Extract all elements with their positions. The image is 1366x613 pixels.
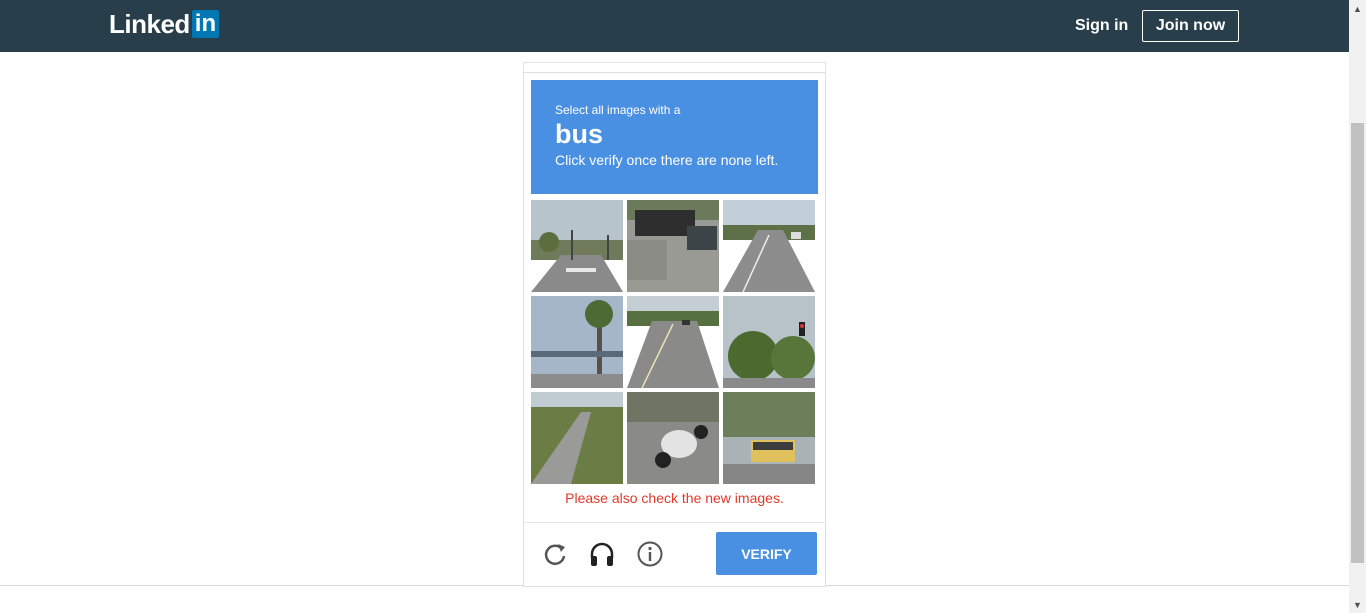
headphones-icon[interactable] [588, 540, 616, 568]
logo-text: Linked [109, 9, 190, 39]
scrollbar-thumb[interactable] [1351, 123, 1364, 563]
captcha-footer-divider [524, 522, 825, 523]
linkedin-logo[interactable]: Linked in [109, 9, 220, 39]
prompt-target-word: bus [555, 119, 604, 149]
captcha-tile-truck-and-car[interactable] [627, 200, 719, 292]
logo-in-box: in [191, 10, 220, 38]
reload-icon[interactable] [541, 540, 569, 568]
verify-button[interactable]: VERIFY [716, 532, 817, 575]
captcha-prompt: Select all images with a bus Click verif… [531, 80, 818, 194]
captcha-tile-motorcycle[interactable] [627, 392, 719, 484]
captcha-tile-highway-traffic[interactable] [627, 296, 719, 388]
captcha-tile-grass-median-road[interactable] [531, 392, 623, 484]
captcha-tile-street-intersection[interactable] [531, 200, 623, 292]
top-navbar: Linked in Sign in Join now [0, 0, 1349, 52]
scroll-up-arrow-icon[interactable]: ▲ [1349, 0, 1366, 17]
join-now-button[interactable]: Join now [1142, 10, 1239, 42]
scroll-down-arrow-icon[interactable]: ▼ [1349, 596, 1366, 613]
prompt-instruction: Select all images with a [555, 103, 681, 117]
prompt-hint: Click verify once there are none left. [555, 152, 779, 168]
captcha-tile-traffic-light[interactable] [723, 296, 815, 388]
sign-in-link[interactable]: Sign in [1075, 17, 1128, 35]
captcha-tile-road-with-cars[interactable] [723, 200, 815, 292]
info-icon[interactable] [636, 540, 664, 568]
captcha-tile-palm-tree[interactable] [531, 296, 623, 388]
captcha-error-message: Please also check the new images. [565, 490, 784, 506]
captcha-tile-bus-on-street[interactable] [723, 392, 815, 484]
